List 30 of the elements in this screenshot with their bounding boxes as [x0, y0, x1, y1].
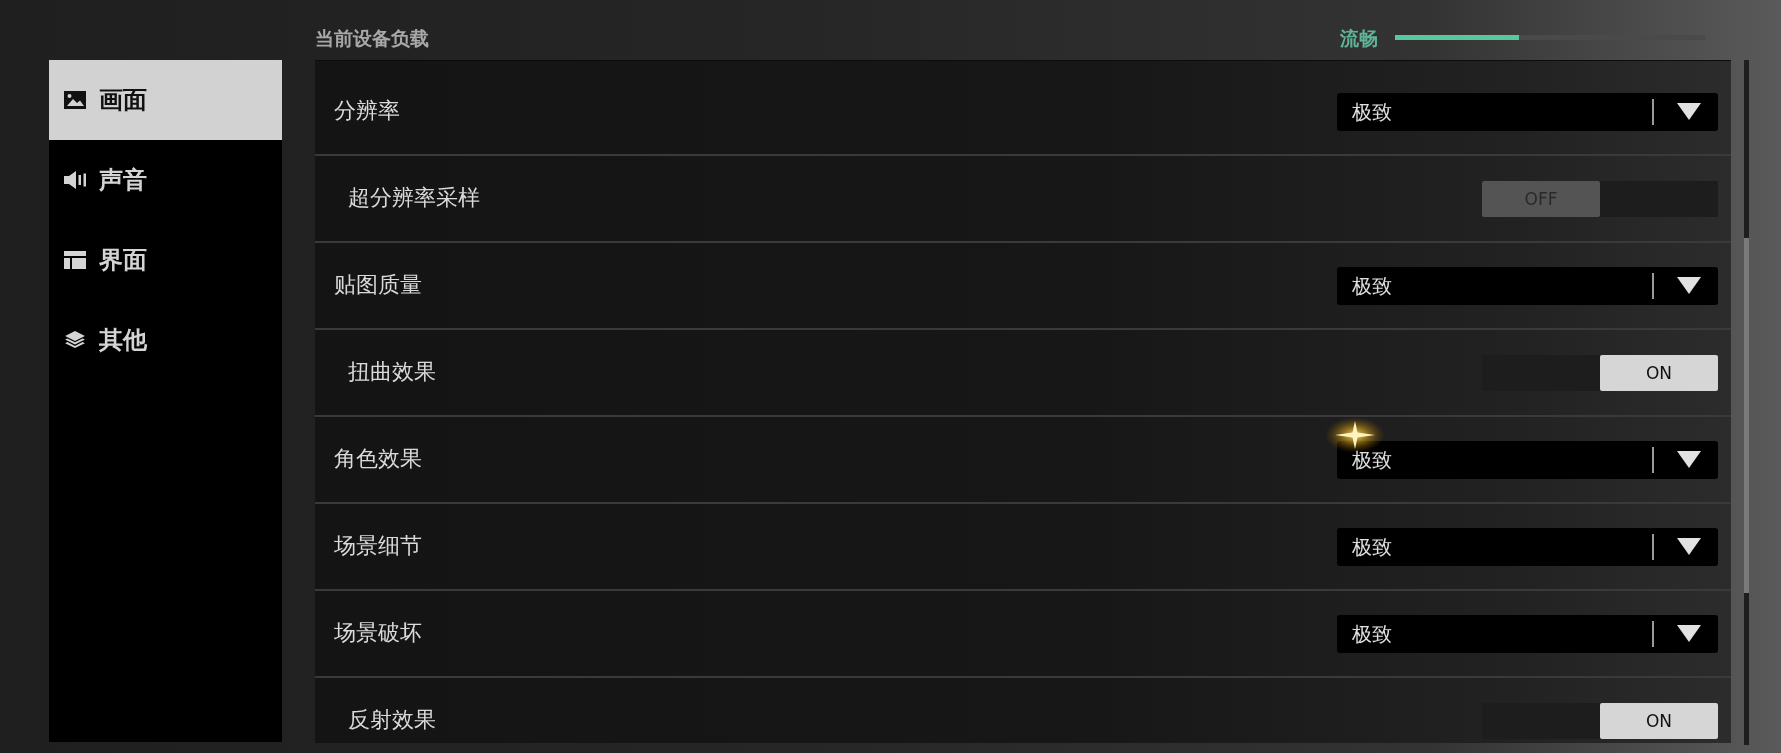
caret-icon — [1677, 103, 1701, 120]
dropdown[interactable]: 极致 — [1337, 614, 1718, 653]
sidebar-tab[interactable]: 其他 — [49, 300, 282, 380]
sidebar-tab[interactable]: 声音 — [49, 140, 282, 220]
setting-label: 贴图质量 — [334, 272, 422, 299]
section-title: 当前设备负载 — [315, 26, 429, 50]
setting-label: 场景破坏 — [334, 620, 422, 647]
setting-label: 场景细节 — [334, 533, 422, 560]
sidebar-tab[interactable]: 画面 — [49, 60, 282, 140]
setting-label: 分辨率 — [334, 98, 400, 125]
dropdown[interactable]: 极致 — [1337, 440, 1718, 479]
caret-icon — [1677, 538, 1701, 555]
toggle-switch[interactable]: ON — [1482, 702, 1718, 739]
caret-icon — [1677, 451, 1701, 468]
dropdown[interactable]: 极致 — [1337, 266, 1718, 305]
dropdown[interactable]: 极致 — [1337, 527, 1718, 566]
toggle-switch[interactable]: ON — [1482, 354, 1718, 391]
dropdown[interactable]: 极致 — [1337, 92, 1718, 131]
load-status: 流畅 — [1340, 26, 1378, 50]
picture-icon — [64, 91, 86, 109]
speaker-icon — [64, 171, 86, 189]
setting-label: 超分辨率采样 — [348, 185, 480, 212]
setting-label: 反射效果 — [348, 707, 436, 734]
caret-icon — [1677, 277, 1701, 294]
caret-icon — [1677, 625, 1701, 642]
sidebar-tab[interactable]: 界面 — [49, 220, 282, 300]
setting-label: 扭曲效果 — [348, 359, 436, 386]
layout-icon — [64, 251, 86, 269]
layers-icon — [64, 331, 86, 349]
setting-label: 角色效果 — [334, 446, 422, 473]
